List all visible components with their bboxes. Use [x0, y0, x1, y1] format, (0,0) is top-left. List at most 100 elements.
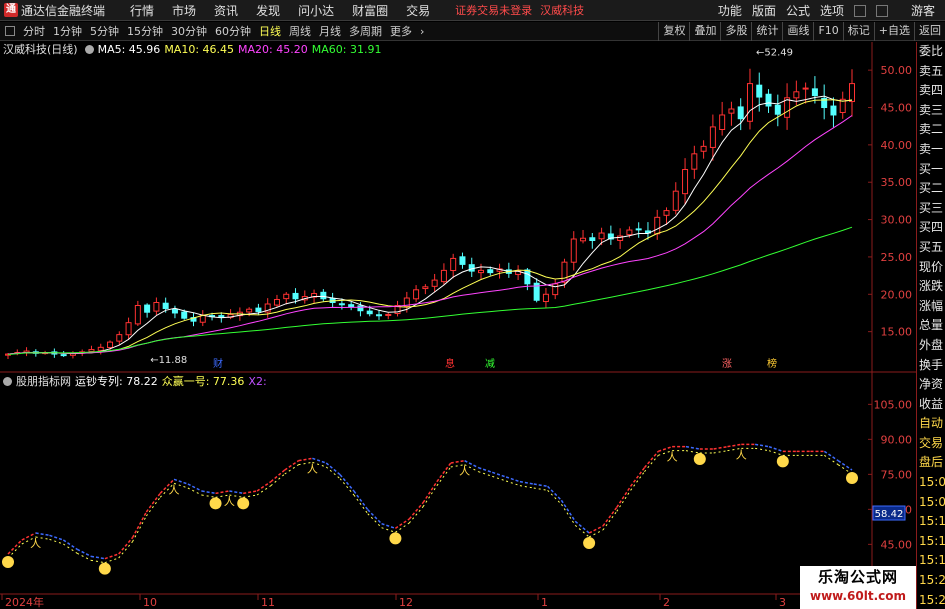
indicator-line-b	[63, 543, 78, 554]
sidebar-item-26[interactable]: 15:15	[917, 551, 945, 571]
sidebar-item-17[interactable]: 净资	[917, 375, 945, 395]
diejia-button[interactable]: 叠加	[689, 22, 720, 41]
menu-shichang[interactable]: 市场	[172, 2, 196, 19]
menu-faxian[interactable]: 发现	[256, 2, 280, 19]
sidebar-item-21[interactable]: 盘后	[917, 453, 945, 473]
candle-down	[589, 237, 596, 241]
candle-up	[598, 232, 605, 240]
menu-gongneng[interactable]: 功能	[718, 2, 742, 19]
indicator-line-b	[602, 511, 618, 531]
f10-button[interactable]: F10	[813, 22, 842, 41]
login-notice[interactable]: 证券交易未登录	[455, 2, 532, 18]
sidebar-item-7[interactable]: 买二	[917, 179, 945, 199]
period-fenshi[interactable]: 分时	[23, 23, 45, 39]
menu-gongshi[interactable]: 公式	[786, 2, 810, 19]
price-tick-label: 35.00	[881, 176, 913, 189]
period-30min[interactable]: 30分钟	[171, 23, 207, 39]
sidebar-item-6[interactable]: 买一	[917, 160, 945, 180]
fuquan-button[interactable]: 复权	[658, 22, 689, 41]
candle-down	[737, 106, 744, 120]
period-15min[interactable]: 15分钟	[127, 23, 163, 39]
candle-up	[746, 83, 753, 122]
kline-chart[interactable]: ←52.49 ←11.88 15.00 20.00 25.00 30.00 35.00 40…	[0, 42, 916, 609]
indicator-tick-label: 75.00	[881, 468, 913, 481]
indicator-settings-icon[interactable]	[3, 376, 12, 386]
period-more[interactable]: 更多	[390, 23, 412, 39]
back-button[interactable]: 返回	[914, 22, 945, 41]
huaxian-button[interactable]: 画线	[782, 22, 813, 41]
indicator-line-a	[145, 492, 161, 513]
sidebar-item-24[interactable]: 15:10	[917, 512, 945, 532]
sidebar-item-23[interactable]: 15:05	[917, 493, 945, 513]
date-tick-label: 1	[541, 596, 548, 609]
tongji-button[interactable]: 统计	[751, 22, 782, 41]
minimize-icon[interactable]	[853, 4, 866, 17]
candle-down	[255, 307, 262, 312]
date-tick-label: 2	[663, 596, 670, 609]
settings-circle-icon[interactable]	[84, 44, 94, 54]
period-weekly[interactable]: 周线	[289, 23, 311, 39]
menu-caifuquan[interactable]: 财富圈	[352, 2, 388, 19]
candle-up	[478, 269, 485, 274]
sidebar-item-4[interactable]: 卖二	[917, 120, 945, 140]
sidebar-item-9[interactable]: 买四	[917, 218, 945, 238]
period-60min[interactable]: 60分钟	[215, 23, 251, 39]
indicator-subplot: 人人人人 人人人	[2, 443, 858, 575]
period-5min[interactable]: 5分钟	[90, 23, 119, 39]
indicator-line-a	[7, 539, 23, 555]
date-axis: 2024年 10 11 12 1 2 3	[1, 594, 786, 609]
add-watchlist-button[interactable]: +自选	[873, 22, 914, 41]
app-logo-icon: 通	[4, 3, 18, 17]
candle-down	[774, 104, 781, 115]
menu-jiaoyi[interactable]: 交易	[406, 2, 430, 19]
indicator-line-a	[492, 471, 507, 478]
ma-line-ma5	[7, 95, 853, 355]
indicator-line-a	[450, 459, 465, 464]
menu-wenxiaoda[interactable]: 问小达	[298, 2, 334, 19]
price-tick-label: 15.00	[881, 326, 913, 339]
maximize-icon[interactable]	[875, 4, 888, 17]
sidebar-item-25[interactable]: 15:11	[917, 532, 945, 552]
zhongying-value: 众赢一号: 77.36	[161, 375, 245, 388]
menu-xuanxiang[interactable]: 选项	[820, 2, 844, 19]
chevron-right-icon[interactable]: ›	[420, 25, 424, 38]
checkbox-icon[interactable]	[5, 26, 15, 36]
period-monthly[interactable]: 月线	[319, 23, 341, 39]
candle-up	[552, 283, 559, 296]
sidebar-item-5[interactable]: 卖一	[917, 140, 945, 160]
indicator-line-a	[478, 466, 493, 474]
indicator-line-a	[685, 445, 700, 450]
indicator-line-a	[367, 509, 383, 525]
sidebar-item-14[interactable]: 总量	[917, 316, 945, 336]
sidebar-item-27[interactable]: 15:20	[917, 571, 945, 591]
sidebar-item-28[interactable]: 15:25	[917, 591, 945, 609]
sidebar-item-12[interactable]: 涨跌	[917, 277, 945, 297]
sidebar-item-16[interactable]: 换手	[917, 356, 945, 376]
sidebar-item-10[interactable]: 买五	[917, 238, 945, 258]
sidebar-item-3[interactable]: 卖三	[917, 101, 945, 121]
sidebar-item-20[interactable]: 交易	[917, 434, 945, 454]
sidebar-item-15[interactable]: 外盘	[917, 336, 945, 356]
sidebar-item-0[interactable]: 委比	[917, 42, 945, 62]
period-multi[interactable]: 多周期	[349, 23, 382, 39]
menu-zixun[interactable]: 资讯	[214, 2, 238, 19]
app-title: 通达信金融终端	[21, 3, 106, 18]
duogu-button[interactable]: 多股	[720, 22, 751, 41]
period-1min[interactable]: 1分钟	[53, 23, 82, 39]
period-daily[interactable]: 日线	[259, 23, 281, 39]
guest-label[interactable]: 游客	[911, 2, 935, 19]
sidebar-item-19[interactable]: 自动	[917, 414, 945, 434]
biaoji-button[interactable]: 标记	[842, 22, 874, 41]
menu-hangqing[interactable]: 行情	[130, 2, 154, 19]
sidebar-item-18[interactable]: 收益	[917, 395, 945, 415]
sidebar-item-13[interactable]: 涨幅	[917, 297, 945, 317]
sidebar-item-2[interactable]: 卖四	[917, 81, 945, 101]
sidebar-item-11[interactable]: 现价	[917, 258, 945, 278]
sidebar-item-22[interactable]: 15:00	[917, 473, 945, 493]
sidebar-item-8[interactable]: 买三	[917, 199, 945, 219]
indicator-line-a	[422, 481, 438, 504]
indicator-line-a	[560, 499, 576, 522]
menu-banmian[interactable]: 版面	[752, 2, 776, 19]
indicator-line-a	[394, 518, 410, 529]
sidebar-item-1[interactable]: 卖五	[917, 62, 945, 82]
